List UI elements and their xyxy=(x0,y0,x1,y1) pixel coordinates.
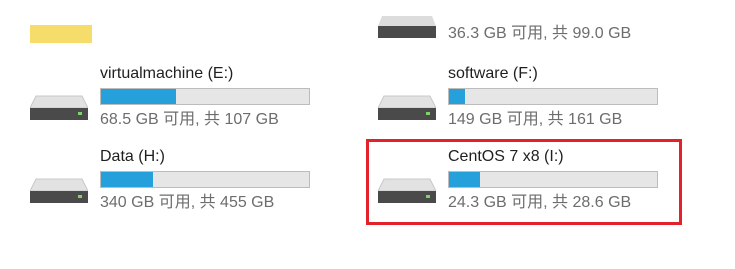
hard-drive-icon xyxy=(29,177,89,209)
drive-usage-text: 36.3 GB 可用, 共 99.0 GB xyxy=(448,25,632,42)
drive-usage-fill xyxy=(449,89,465,104)
hard-drive-icon xyxy=(378,16,436,42)
highlight-box xyxy=(366,139,682,225)
drive-name: virtualmachine (E:) xyxy=(100,65,234,82)
drive-item-f[interactable]: software (F:) 149 GB 可用, 共 161 GB xyxy=(377,64,678,144)
hard-drive-icon xyxy=(377,94,437,126)
drive-usage-fill xyxy=(101,89,176,104)
hard-drive-icon xyxy=(29,94,89,126)
drive-usage-text: 340 GB 可用, 共 455 GB xyxy=(100,194,275,211)
drive-usage-bar xyxy=(100,171,310,188)
drive-usage-text: 68.5 GB 可用, 共 107 GB xyxy=(100,111,279,128)
folder-icon[interactable] xyxy=(30,25,92,43)
drive-name: Data (H:) xyxy=(100,148,165,165)
drive-usage-bar xyxy=(448,88,658,105)
drive-usage-bar xyxy=(100,88,310,105)
drive-item-h[interactable]: Data (H:) 340 GB 可用, 共 455 GB xyxy=(29,147,330,227)
drive-name: software (F:) xyxy=(448,65,538,82)
drive-usage-text: 149 GB 可用, 共 161 GB xyxy=(448,111,623,128)
drive-item-e[interactable]: virtualmachine (E:) 68.5 GB 可用, 共 107 GB xyxy=(29,64,330,144)
drive-usage-fill xyxy=(101,172,153,187)
